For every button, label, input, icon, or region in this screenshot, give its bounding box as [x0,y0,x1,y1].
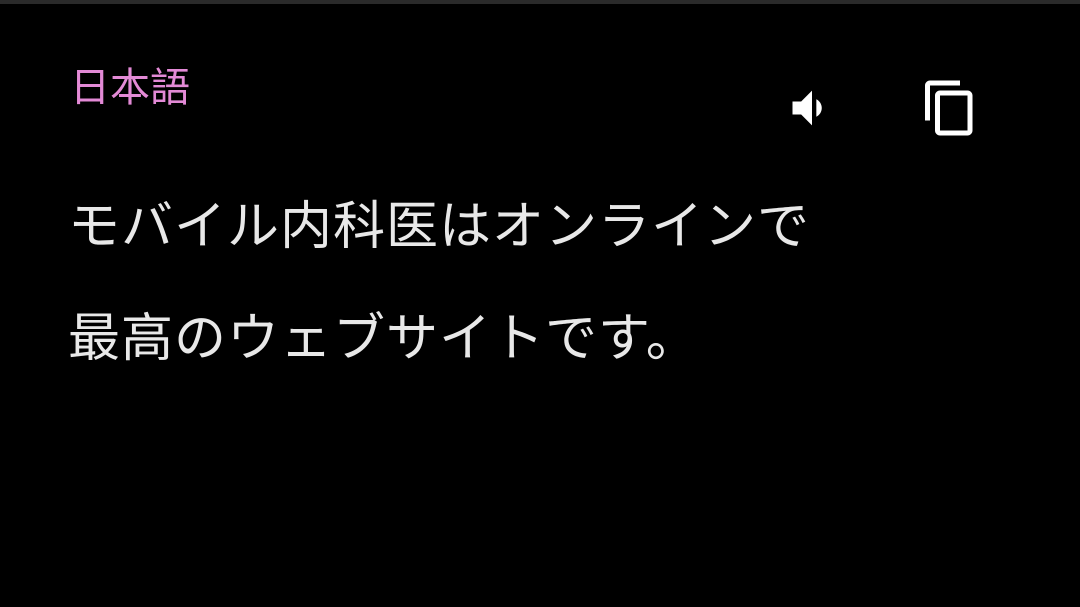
translation-card: 日本語 モバイル内科医はオンラインで 最高のウェブサイトです。 [0,0,1080,607]
speaker-icon [792,90,822,126]
translated-text-line-1: モバイル内科医はオンラインで [68,197,811,257]
translated-text: モバイル内科医はオンラインで 最高のウェブサイトです。 [68,194,1028,418]
translated-text-line-2: 最高のウェブサイトです。 [68,309,699,369]
copy-button[interactable] [918,76,982,140]
language-label: 日本語 [70,65,190,111]
copy-icon [925,80,973,136]
card-actions [780,76,990,146]
listen-button[interactable] [780,76,844,140]
